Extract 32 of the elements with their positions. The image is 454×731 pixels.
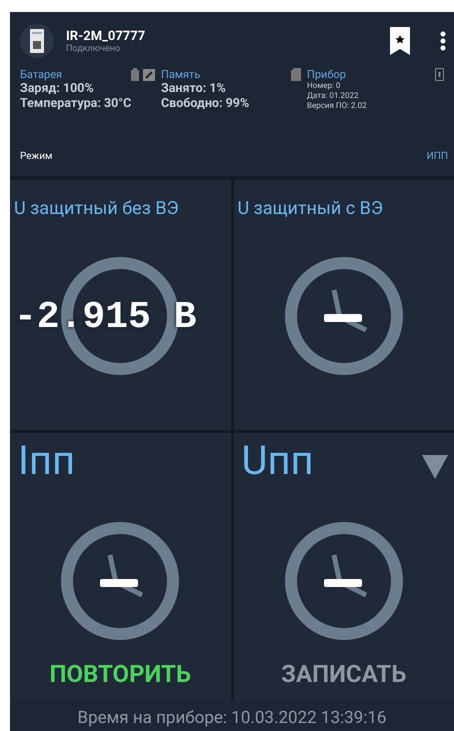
info-title: Прибор: [307, 68, 347, 81]
phone-icon: [435, 68, 444, 81]
connection-status: Подключено: [66, 44, 122, 54]
measurement-title: U защитный с ВЭ: [236, 198, 384, 221]
measurement-tile[interactable]: Uпп: [234, 433, 454, 646]
info-line: Занято: 1%: [161, 81, 227, 96]
more-menu-icon[interactable]: [440, 31, 446, 51]
info-line: Свободно: 99%: [161, 96, 250, 111]
dropdown-icon[interactable]: [422, 453, 448, 479]
info-title: Память: [161, 68, 202, 81]
measurement-title: Uпп: [240, 437, 315, 486]
info-line: Версия ПО: 2.02: [307, 101, 368, 111]
mode-value[interactable]: ИПП: [426, 150, 448, 162]
measurement-tile[interactable]: Iпп: [10, 433, 230, 646]
mode-label: Режим: [20, 150, 52, 162]
memory-card-icon: [291, 68, 301, 81]
measurement-value: -2.915 В: [13, 296, 196, 339]
measurement-tile[interactable]: U защитный без ВЭ -2.915 В: [10, 180, 230, 430]
bookmark-star-icon[interactable]: [390, 27, 410, 55]
measurement-title: Iпп: [17, 437, 76, 486]
info-line: Температура: 30°C: [20, 96, 132, 111]
battery-icon: [131, 68, 139, 81]
repeat-button[interactable]: ПОВТОРИТЬ: [10, 646, 230, 701]
info-line: Дата: 01.2022: [307, 91, 360, 101]
info-line: Номер: 0: [307, 81, 342, 91]
measurement-title: U защитный без ВЭ: [13, 198, 180, 221]
device-time: Время на приборе: 10.03.2022 13:39:16: [76, 707, 388, 728]
device-icon: [30, 29, 44, 53]
measurement-tile[interactable]: U защитный с ВЭ: [234, 180, 454, 430]
info-line: Заряд: 100%: [20, 81, 95, 96]
device-name: IR-2M_07777: [66, 28, 146, 44]
info-title: Батарея: [20, 68, 64, 81]
